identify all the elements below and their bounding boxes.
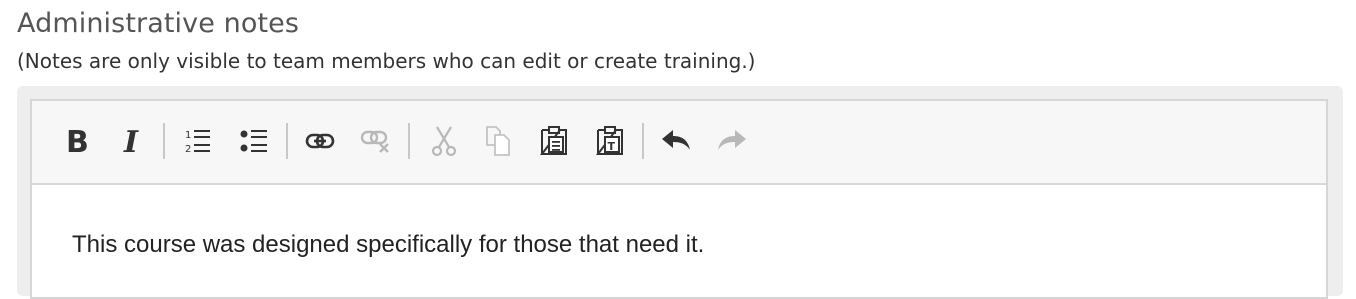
redo-icon [718, 130, 746, 150]
undo-button[interactable] [658, 121, 694, 161]
unlink-icon [360, 130, 389, 153]
bulleted-list-icon [240, 130, 267, 152]
svg-text:I: I [123, 126, 139, 156]
copy-icon [486, 126, 510, 156]
editor-toolbar: B I 1 2 T [32, 101, 1326, 185]
svg-text:T: T [608, 140, 616, 153]
italic-icon: I [123, 126, 139, 156]
svg-text:1: 1 [185, 130, 191, 141]
paste-as-text-icon: T [596, 126, 623, 155]
paste-button[interactable] [536, 121, 572, 161]
unlink-button[interactable] [358, 121, 394, 161]
editor-container: B I 1 2 T This course was designed speci… [30, 99, 1328, 299]
toolbar-separator [163, 123, 165, 159]
toolbar-separator [642, 123, 644, 159]
section-subtitle: (Notes are only visible to team members … [17, 49, 756, 73]
bulleted-list-button[interactable] [236, 121, 272, 161]
svg-text:B: B [66, 126, 89, 156]
redo-button[interactable] [714, 121, 750, 161]
bold-button[interactable]: B [58, 121, 94, 161]
cut-button[interactable] [426, 121, 462, 161]
toolbar-separator [286, 123, 288, 159]
section-title: Administrative notes [17, 8, 300, 39]
svg-text:2: 2 [185, 144, 191, 155]
numbered-list-button[interactable]: 1 2 [180, 121, 216, 161]
rich-text-editor: B I 1 2 T This course was designed speci… [17, 86, 1343, 299]
toolbar-separator [408, 123, 410, 159]
copy-button[interactable] [480, 121, 516, 161]
paste-as-text-button[interactable]: T [592, 121, 628, 161]
cut-icon [431, 126, 457, 157]
undo-icon [662, 130, 690, 150]
bold-icon: B [66, 126, 89, 156]
editor-content[interactable]: This course was designed specifically fo… [72, 231, 704, 259]
italic-button[interactable]: I [114, 121, 150, 161]
link-button[interactable] [302, 121, 338, 161]
numbered-list-icon: 1 2 [185, 130, 210, 155]
link-icon [305, 133, 335, 149]
paste-icon [540, 126, 567, 155]
